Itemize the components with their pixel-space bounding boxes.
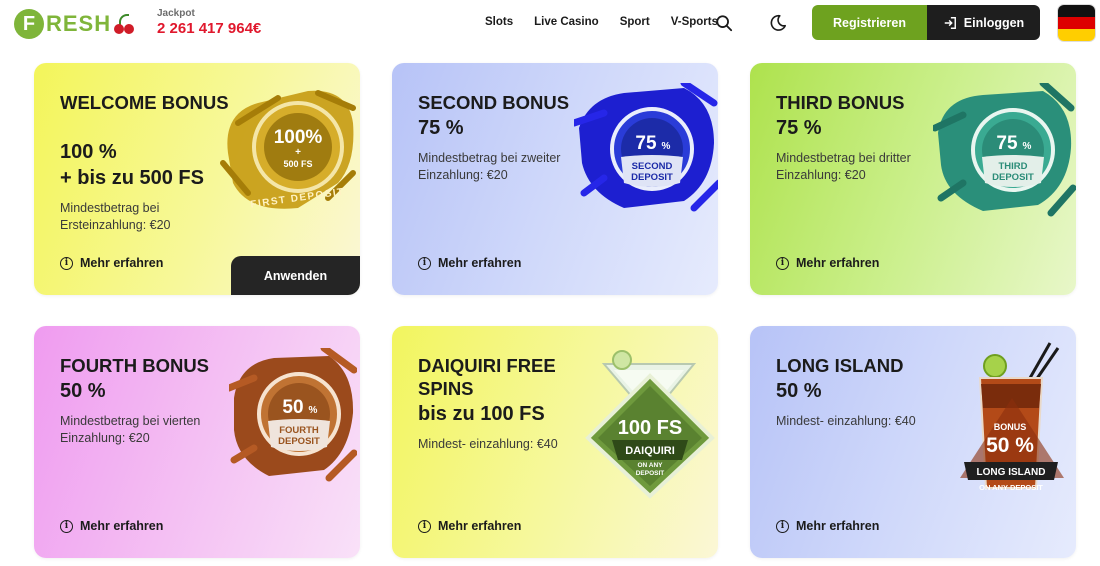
info-icon: i — [418, 519, 431, 533]
long-island-badge: BONUS 50 % LONG ISLAND ON ANY DEPOSIT — [960, 342, 1064, 492]
card-amount: 100 % — [60, 141, 117, 163]
card-description: Mindestbetrag bei zweiter Einzahlung: €2… — [418, 151, 561, 182]
daiquiri-badge: 100 FS DAIQUIRI ON ANY DEPOSIT — [585, 350, 715, 499]
fourth-deposit-badge: 50 % FOURTH DEPOSIT — [229, 348, 357, 482]
more-info-link[interactable]: i Mehr erfahren — [418, 256, 521, 270]
more-info-link[interactable]: i Mehr erfahren — [60, 256, 163, 270]
badge-big-text: 100 FS — [618, 417, 682, 439]
bonus-card-fourth: FOURTH BONUS 50 % Mindestbetrag bei vier… — [34, 326, 360, 558]
second-deposit-badge: 75 % SECOND DEPOSIT — [574, 83, 718, 212]
bonus-card-third: THIRD BONUS 75 % Mindestbetrag bei dritt… — [750, 63, 1076, 295]
badge-line3: DEPOSIT — [636, 470, 665, 477]
more-info-label: Mehr erfahren — [438, 256, 522, 270]
badge-line2: DEPOSIT — [631, 172, 673, 183]
badge-line2: DEPOSIT — [992, 172, 1034, 183]
nav-live-casino[interactable]: Live Casino — [534, 16, 599, 28]
more-info-link[interactable]: i Mehr erfahren — [776, 256, 879, 270]
badge-pct-text: % — [1023, 141, 1032, 152]
badge-line1: LONG ISLAND — [977, 467, 1046, 478]
badge-line2: DEPOSIT — [278, 436, 320, 447]
card-amount: bis zu 100 FS — [418, 403, 545, 425]
nav-v-sports[interactable]: V-Sports — [671, 16, 718, 28]
card-amount-extra: + bis zu 500 FS — [60, 167, 204, 189]
more-info-label: Mehr erfahren — [796, 519, 880, 533]
more-info-label: Mehr erfahren — [438, 519, 522, 533]
logo-text: RESH — [46, 11, 112, 36]
search-icon[interactable] — [715, 14, 733, 32]
more-info-link[interactable]: i Mehr erfahren — [60, 519, 163, 533]
badge-pct-text: % — [662, 141, 671, 152]
badge-pct-text: % — [309, 405, 318, 416]
more-info-label: Mehr erfahren — [80, 519, 164, 533]
more-info-label: Mehr erfahren — [80, 256, 164, 270]
info-icon: i — [776, 256, 789, 270]
info-icon: i — [418, 256, 431, 270]
moon-icon[interactable] — [769, 14, 787, 32]
bonus-card-daiquiri: DAIQUIRI FREE SPINS bis zu 100 FS Mindes… — [392, 326, 718, 558]
badge-plus-text: + — [295, 147, 301, 158]
badge-line1: DAIQUIRI — [625, 445, 675, 457]
badge-big-text: 75 — [996, 133, 1018, 154]
header: F RESH Jackpot 2 261 417 964€ Slots Live… — [0, 0, 1100, 48]
info-icon: i — [60, 256, 73, 270]
badge-small-text: 500 FS — [283, 159, 312, 169]
jackpot-value: 2 261 417 964€ — [157, 20, 262, 37]
third-deposit-badge: 75 % THIRD DEPOSIT — [933, 83, 1076, 217]
logo[interactable]: F RESH — [14, 8, 135, 40]
info-icon: i — [776, 519, 789, 533]
card-title: DAIQUIRI FREE SPINS — [418, 355, 556, 399]
more-info-label: Mehr erfahren — [796, 256, 880, 270]
login-icon — [944, 16, 956, 29]
badge-big-text: 75 — [635, 133, 657, 154]
more-info-link[interactable]: i Mehr erfahren — [776, 519, 879, 533]
badge-line1: SECOND — [632, 161, 673, 172]
badge-line1: FOURTH — [279, 425, 319, 436]
card-amount: 75 % — [776, 117, 822, 139]
first-deposit-badge: 100% + 500 FS FIRST DEPOSIT — [220, 90, 356, 211]
info-icon: i — [60, 519, 73, 533]
jackpot-label: Jackpot — [157, 8, 195, 19]
bonus-card-second: SECOND BONUS 75 % Mindestbetrag bei zwei… — [392, 63, 718, 295]
badge-small-text: BONUS — [994, 422, 1027, 432]
badge-big-text: 50 % — [986, 434, 1034, 457]
badge-big-text: 50 — [282, 397, 303, 418]
login-label: Einloggen — [963, 15, 1025, 30]
badge-big-text: 100% — [274, 127, 323, 148]
card-amount: 50 % — [60, 380, 106, 402]
jackpot: Jackpot 2 261 417 964€ — [157, 8, 261, 37]
logo-mark: F — [14, 9, 44, 39]
bonus-card-long-island: LONG ISLAND 50 % Mindest- einzahlung: €4… — [750, 326, 1076, 558]
nav-slots[interactable]: Slots — [485, 16, 513, 28]
german-flag-icon[interactable] — [1058, 5, 1095, 41]
card-description: Mindestbetrag bei vierten Einzahlung: €2… — [60, 414, 201, 445]
cherry-icon — [113, 12, 135, 36]
register-button[interactable]: Registrieren — [812, 5, 927, 40]
card-description: Mindest- einzahlung: €40 — [418, 437, 558, 451]
badge-line2: ON ANY DEPOSIT — [979, 483, 1043, 492]
apply-button[interactable]: Anwenden — [231, 256, 360, 295]
card-description: Mindest- einzahlung: €40 — [776, 414, 916, 428]
card-title: FOURTH BONUS — [60, 355, 210, 376]
card-title: LONG ISLAND — [776, 355, 904, 376]
bonus-card-welcome: WELCOME BONUS 100 % + bis zu 500 FS Mind… — [34, 63, 360, 295]
nav-sport[interactable]: Sport — [620, 16, 650, 28]
card-description: Mindestbetrag bei Ersteinzahlung: €20 — [60, 201, 171, 232]
card-description: Mindestbetrag bei dritter Einzahlung: €2… — [776, 151, 911, 182]
more-info-link[interactable]: i Mehr erfahren — [418, 519, 521, 533]
badge-line1: THIRD — [998, 161, 1027, 172]
badge-line2: ON ANY — [637, 462, 663, 469]
login-button[interactable]: Einloggen — [927, 5, 1040, 40]
card-amount: 50 % — [776, 380, 822, 402]
main-nav: Slots Live Casino Sport V-Sports — [485, 16, 718, 28]
card-amount: 75 % — [418, 117, 464, 139]
